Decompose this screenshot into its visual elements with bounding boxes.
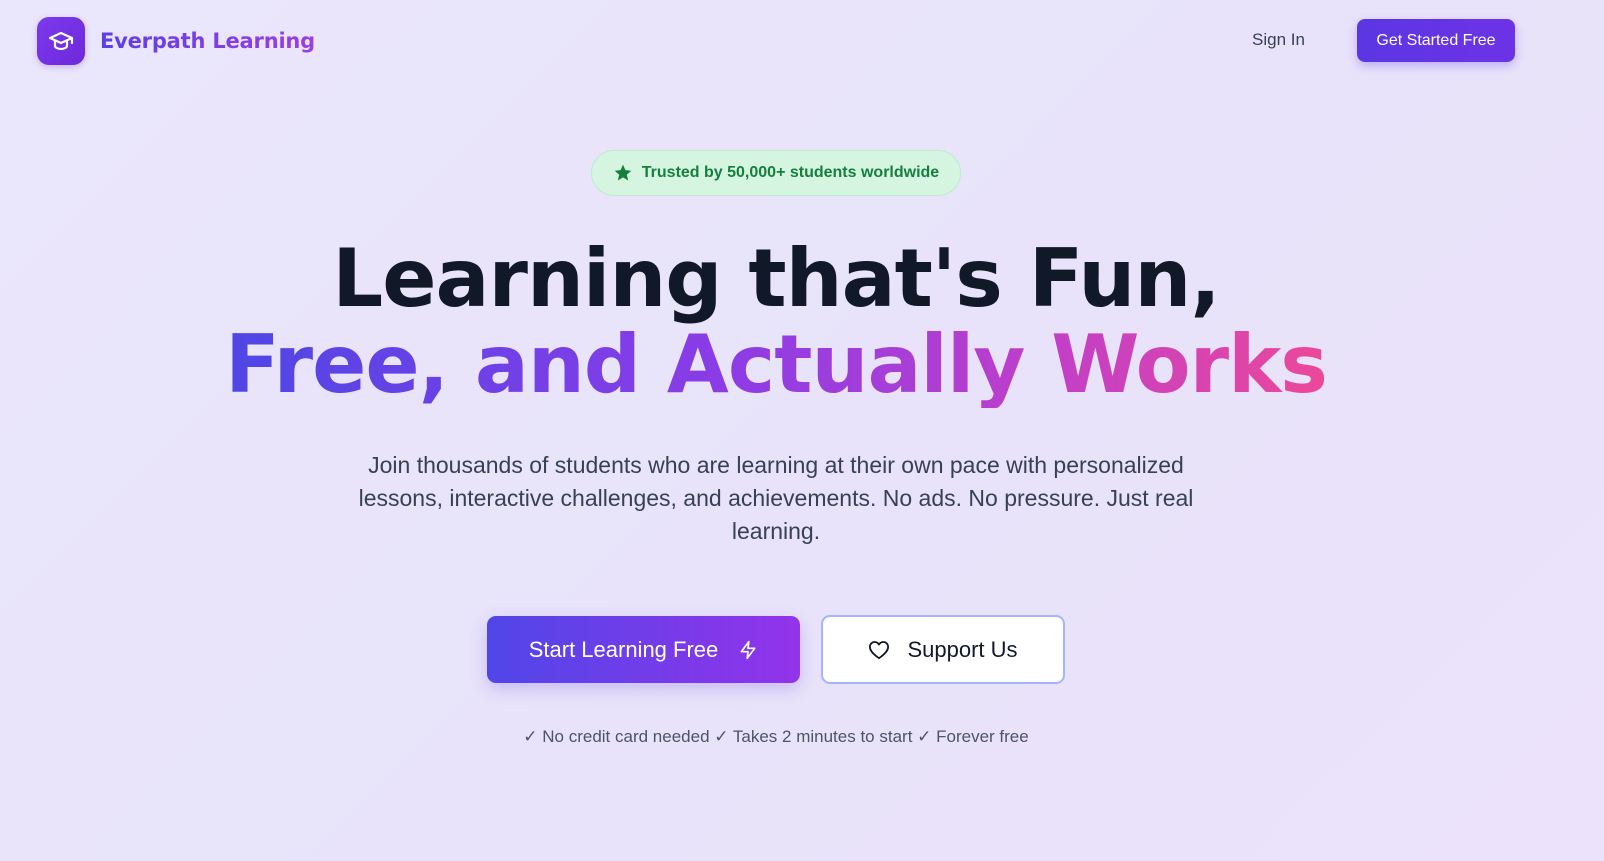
heart-icon <box>869 640 890 659</box>
start-learning-label: Start Learning Free <box>528 636 719 662</box>
star-icon <box>614 164 632 181</box>
graduation-cap-icon <box>37 17 85 65</box>
headline-line-1: Learning that's Fun, <box>332 232 1220 325</box>
headline-line-2: Free, and Actually Works <box>225 318 1328 411</box>
hero-footnote: ✓ No credit card needed ✓ Takes 2 minute… <box>523 727 1029 746</box>
site-header: Everpath Learning Sign In Get Started Fr… <box>0 0 1604 84</box>
sign-in-link[interactable]: Sign In <box>1252 30 1305 50</box>
support-us-button[interactable]: Support Us <box>821 615 1065 684</box>
get-started-button[interactable]: Get Started Free <box>1357 19 1515 62</box>
support-us-label: Support Us <box>907 636 1018 662</box>
brand-name: Everpath Learning <box>100 29 316 53</box>
hero-subtext: Join thousands of students who are learn… <box>358 452 1194 544</box>
hero-headline: Learning that's Fun, Free, and Actually … <box>0 236 1552 408</box>
trust-badge-text: Trusted by 50,000+ students worldwide <box>641 164 940 181</box>
start-learning-button[interactable]: Start Learning Free <box>487 616 800 683</box>
trust-badge: Trusted by 50,000+ students worldwide <box>591 150 961 196</box>
lightning-icon <box>740 640 756 659</box>
brand-logo[interactable]: Everpath Learning <box>37 17 315 65</box>
